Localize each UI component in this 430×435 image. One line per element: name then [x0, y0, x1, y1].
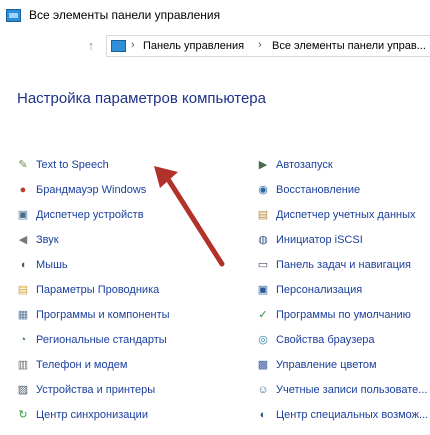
item-personalization[interactable]: ▣ Персонализация — [256, 277, 430, 302]
item-label: Региональные стандарты — [36, 333, 167, 346]
item-programs-and-features[interactable]: ▦ Программы и компоненты — [16, 302, 216, 327]
taskbar-icon: ▭ — [257, 258, 269, 271]
item-label: Центр специальных возмож... — [276, 408, 429, 421]
control-panel-icon — [111, 40, 126, 52]
item-ease-of-access-center[interactable]: ◐ Центр специальных возмож... — [256, 402, 430, 427]
device-manager-icon: ▣ — [17, 208, 29, 221]
item-credential-manager[interactable]: ▤ Диспетчер учетных данных — [256, 202, 430, 227]
item-label: Центр синхронизации — [36, 408, 148, 421]
personalization-icon: ▣ — [257, 283, 269, 296]
item-phone-and-modem[interactable]: ▥ Телефон и модем — [16, 352, 216, 377]
item-mouse[interactable]: ◖ Мышь — [16, 252, 216, 277]
item-default-programs[interactable]: ✓ Программы по умолчанию — [256, 302, 430, 327]
item-label: Звук — [36, 233, 59, 246]
item-taskbar-and-navigation[interactable]: ▭ Панель задач и навигация — [256, 252, 430, 277]
speech-icon: ✎ — [18, 158, 28, 171]
item-label: Восстановление — [276, 183, 361, 196]
item-label: Мышь — [36, 258, 68, 271]
item-label: Text to Speech — [36, 158, 109, 171]
item-label: Параметры Проводника — [36, 283, 160, 296]
up-arrow-icon[interactable]: ↑ — [82, 37, 100, 55]
item-device-manager[interactable]: ▣ Диспетчер устройств — [16, 202, 216, 227]
title-bar: Все элементы панели управления — [0, 0, 430, 32]
mouse-icon: ◖ — [19, 258, 27, 271]
printers-icon: ▨ — [17, 383, 29, 396]
region-icon: ◔ — [19, 333, 27, 346]
item-label: Автозапуск — [276, 158, 333, 171]
item-devices-and-printers[interactable]: ▨ Устройства и принтеры — [16, 377, 216, 402]
control-panel-icon — [6, 9, 21, 22]
item-windows-firewall[interactable]: ● Брандмауэр Windows — [16, 177, 216, 202]
programs-icon: ▦ — [17, 308, 29, 321]
explorer-options-icon: ▤ — [17, 283, 29, 296]
sync-center-icon: ↻ — [18, 408, 28, 421]
sound-icon: ◀ — [18, 233, 28, 246]
breadcrumb-separator[interactable]: › — [131, 39, 135, 51]
ease-of-access-icon: ◐ — [259, 408, 267, 421]
item-label: Брандмауэр Windows — [36, 183, 147, 196]
items-column-left: ✎ Text to Speech ● Брандмауэр Windows ▣ … — [16, 152, 216, 427]
phone-modem-icon: ▥ — [17, 358, 29, 371]
item-autoplay[interactable]: ▶ Автозапуск — [256, 152, 430, 177]
color-management-icon: ▩ — [257, 358, 269, 371]
item-explorer-options[interactable]: ▤ Параметры Проводника — [16, 277, 216, 302]
item-label: Персонализация — [276, 283, 363, 296]
item-sync-center[interactable]: ↻ Центр синхронизации — [16, 402, 216, 427]
breadcrumb-all-items[interactable]: Все элементы панели управ... — [272, 40, 426, 52]
recovery-icon: ◉ — [258, 183, 268, 196]
page-title: Настройка параметров компьютера — [17, 90, 266, 107]
window-title: Все элементы панели управления — [29, 8, 221, 22]
breadcrumb-control-panel[interactable]: Панель управления — [143, 40, 244, 52]
item-label: Управление цветом — [276, 358, 377, 371]
iscsi-icon: ◍ — [258, 233, 268, 246]
user-accounts-icon: ☺ — [257, 383, 269, 396]
autoplay-icon: ▶ — [258, 158, 268, 171]
item-label: Программы и компоненты — [36, 308, 170, 321]
credential-manager-icon: ▤ — [257, 208, 269, 221]
item-region[interactable]: ◔ Региональные стандарты — [16, 327, 216, 352]
item-label: Учетные записи пользовате... — [276, 383, 428, 396]
item-label: Свойства браузера — [276, 333, 375, 346]
item-label: Инициатор iSCSI — [276, 233, 363, 246]
items-column-right: ▶ Автозапуск ◉ Восстановление ▤ Диспетче… — [256, 152, 430, 427]
browser-properties-icon: ◎ — [258, 333, 268, 346]
navigation-bar: ↑ › Панель управления › Все элементы пан… — [0, 32, 430, 60]
item-label: Устройства и принтеры — [36, 383, 156, 396]
item-color-management[interactable]: ▩ Управление цветом — [256, 352, 430, 377]
item-user-accounts[interactable]: ☺ Учетные записи пользовате... — [256, 377, 430, 402]
item-label: Программы по умолчанию — [276, 308, 411, 321]
item-browser-properties[interactable]: ◎ Свойства браузера — [256, 327, 430, 352]
item-iscsi-initiator[interactable]: ◍ Инициатор iSCSI — [256, 227, 430, 252]
breadcrumb-separator[interactable]: › — [258, 39, 262, 51]
firewall-icon: ● — [19, 183, 27, 196]
default-programs-icon: ✓ — [258, 308, 268, 321]
item-text-to-speech[interactable]: ✎ Text to Speech — [16, 152, 216, 177]
address-bar[interactable]: › Панель управления › Все элементы панел… — [106, 35, 430, 57]
item-label: Панель задач и навигация — [276, 258, 411, 271]
item-label: Диспетчер устройств — [36, 208, 144, 221]
item-label: Диспетчер учетных данных — [276, 208, 416, 221]
item-label: Телефон и модем — [36, 358, 128, 371]
item-recovery[interactable]: ◉ Восстановление — [256, 177, 430, 202]
item-sound[interactable]: ◀ Звук — [16, 227, 216, 252]
